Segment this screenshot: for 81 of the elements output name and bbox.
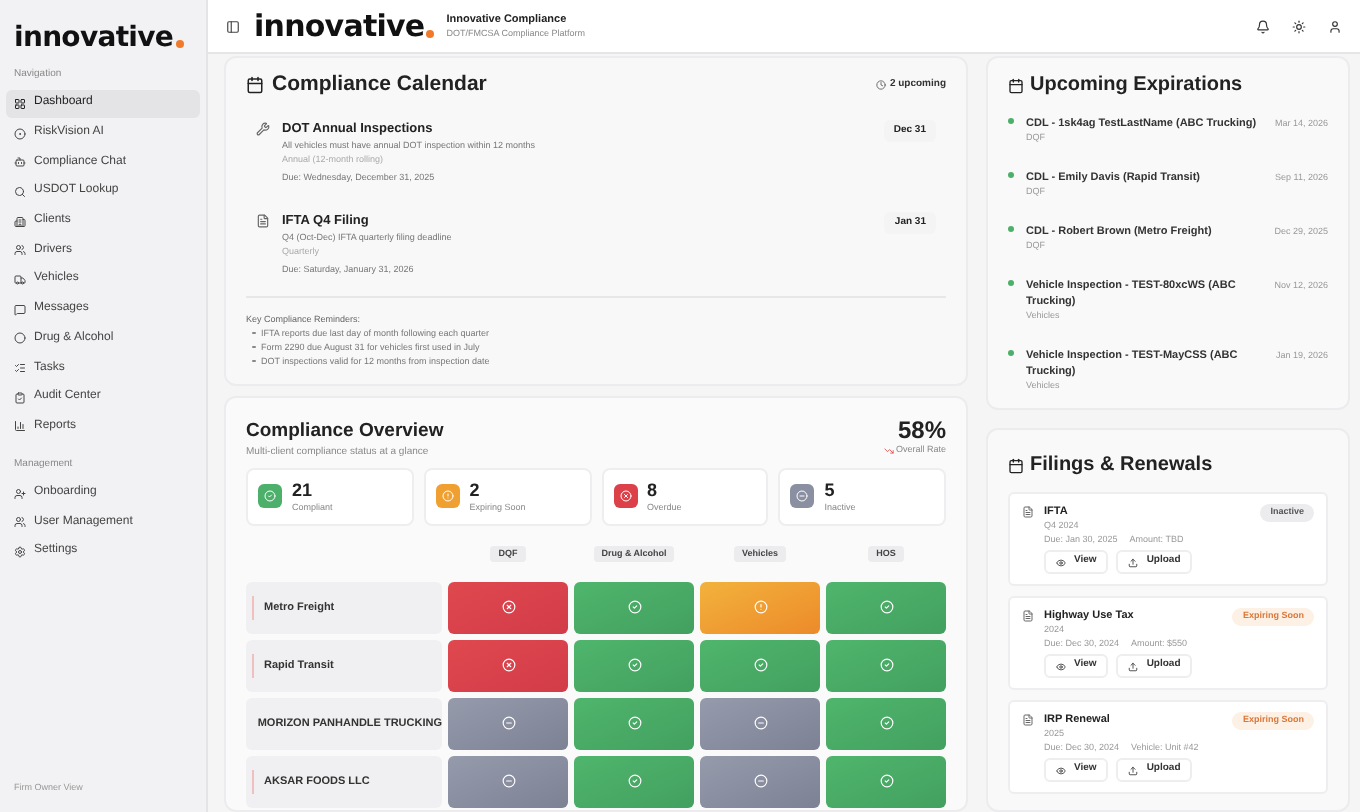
- card-title: Compliance Overview: [246, 417, 444, 444]
- card-title: Upcoming Expirations: [1030, 72, 1243, 100]
- alert-icon: [753, 600, 767, 615]
- calendar-icon: [1008, 457, 1024, 473]
- status-cell[interactable]: [826, 581, 946, 634]
- stat-value: 5: [824, 479, 837, 500]
- x-icon: [501, 600, 515, 615]
- document-icon: [256, 213, 270, 228]
- clock-icon: [875, 80, 886, 91]
- message-icon: [14, 303, 26, 316]
- check-icon: [753, 658, 767, 673]
- card-title: Filings & Renewals: [1030, 452, 1213, 480]
- sidebar-toggle-icon[interactable]: [226, 19, 240, 33]
- status-cell[interactable]: [574, 581, 694, 634]
- truck-icon: [14, 273, 26, 286]
- user-plus-icon: [14, 487, 26, 500]
- document-icon: [1022, 610, 1034, 622]
- check-icon: [627, 658, 641, 673]
- calendar-icon: [246, 76, 264, 95]
- chart-icon: [14, 420, 26, 433]
- grid-icon: [14, 97, 26, 110]
- row-accent-bar: [252, 653, 254, 678]
- eye-icon: [1056, 557, 1066, 567]
- clipboard-icon: [14, 391, 26, 404]
- status-cell[interactable]: [448, 697, 568, 750]
- user-icon[interactable]: [1328, 19, 1342, 33]
- list-icon: [14, 362, 26, 375]
- minus-icon: [753, 716, 767, 731]
- notification-icon[interactable]: [1256, 19, 1270, 33]
- status-cell[interactable]: [574, 697, 694, 750]
- status-cell[interactable]: [826, 755, 946, 808]
- users-icon: [14, 244, 26, 257]
- stat-value: 21: [292, 479, 315, 500]
- circle-icon: [14, 332, 26, 345]
- logo: innovative: [14, 24, 174, 52]
- wrench-icon: [256, 121, 270, 136]
- minus-icon: [501, 716, 515, 731]
- stat-value: 2: [469, 479, 482, 500]
- status-cell[interactable]: [448, 639, 568, 692]
- check-icon: [879, 600, 893, 615]
- document-icon: [1022, 714, 1034, 726]
- status-cell[interactable]: [574, 639, 694, 692]
- status-cell[interactable]: [826, 697, 946, 750]
- check-icon: [879, 658, 893, 673]
- calendar-icon: [1008, 77, 1024, 93]
- status-cell[interactable]: [574, 755, 694, 808]
- circle-icon: [14, 127, 26, 140]
- eye-icon: [1056, 765, 1066, 775]
- check-icon: [627, 600, 641, 615]
- x-icon: [501, 658, 515, 673]
- upload-icon: [1128, 765, 1139, 775]
- logo: innovative: [254, 11, 425, 41]
- users-icon: [14, 516, 26, 529]
- status-cell[interactable]: [700, 755, 820, 808]
- status-cell[interactable]: [448, 755, 568, 808]
- card-title: Compliance Calendar: [272, 70, 487, 100]
- settings-icon: [14, 545, 26, 558]
- search-icon: [14, 185, 26, 198]
- minus-icon: [501, 774, 515, 789]
- status-cell[interactable]: [826, 639, 946, 692]
- check-icon: [627, 716, 641, 731]
- status-cell[interactable]: [700, 639, 820, 692]
- minus-icon: [753, 774, 767, 789]
- check-icon: [627, 774, 641, 789]
- row-accent-bar: [252, 595, 254, 620]
- check-icon: [879, 774, 893, 789]
- document-icon: [1022, 506, 1034, 518]
- check-icon: [879, 716, 893, 731]
- upload-icon: [1128, 557, 1139, 567]
- trend-down-icon: [883, 445, 894, 456]
- sun-icon[interactable]: [1292, 19, 1306, 33]
- stat-value: 8: [647, 479, 660, 500]
- upload-icon: [1128, 661, 1139, 671]
- eye-icon: [1056, 661, 1066, 671]
- status-cell[interactable]: [448, 581, 568, 634]
- robot-icon: [14, 156, 26, 169]
- status-cell[interactable]: [700, 697, 820, 750]
- overall-rate: 58%: [897, 417, 946, 444]
- row-accent-bar: [252, 769, 254, 794]
- building-icon: [14, 215, 26, 228]
- status-cell[interactable]: [700, 581, 820, 634]
